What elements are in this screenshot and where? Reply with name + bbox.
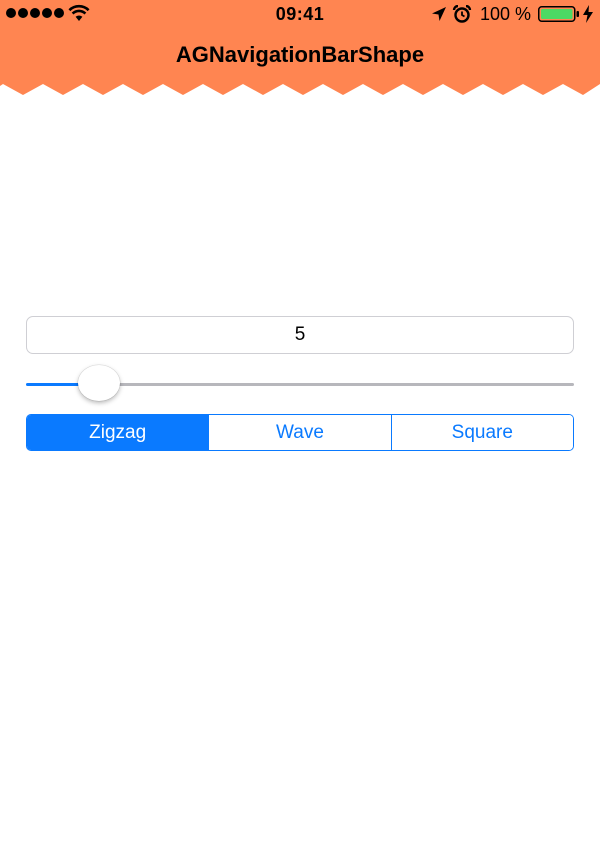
segment-square[interactable]: Square (390, 415, 573, 450)
value-text-field[interactable]: 5 (26, 316, 574, 354)
status-bar: 09:41 100 % (0, 0, 600, 28)
location-arrow-icon (432, 7, 446, 21)
alarm-clock-icon (452, 5, 472, 23)
segment-zigzag[interactable]: Zigzag (27, 415, 209, 450)
segment-wave[interactable]: Wave (208, 415, 391, 450)
nav-title: AGNavigationBarShape (175, 42, 425, 67)
shape-segmented-control[interactable]: Zigzag Wave Square (26, 414, 574, 451)
slider-max-track (100, 383, 574, 386)
charging-bolt-icon (583, 5, 593, 23)
slider-thumb[interactable] (78, 365, 120, 401)
battery-icon (538, 6, 579, 22)
battery-percent: 100 % (480, 4, 532, 24)
navigation-bar: 09:41 100 % AGNavigationBarShape (0, 0, 600, 100)
shape-count-slider[interactable] (26, 364, 574, 404)
